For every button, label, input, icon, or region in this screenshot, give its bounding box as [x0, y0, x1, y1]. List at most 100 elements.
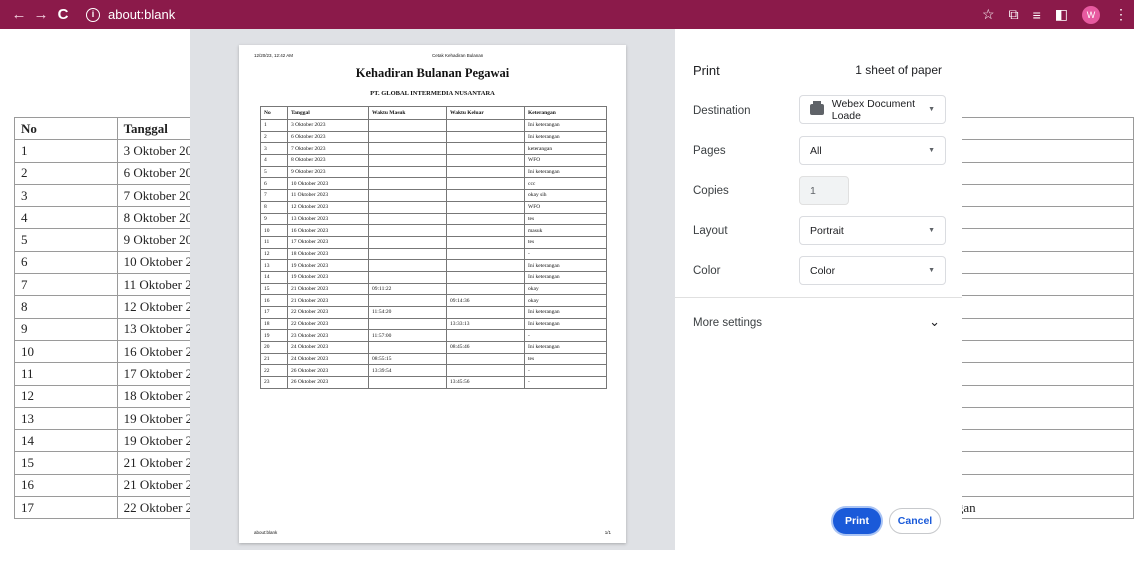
- preview-cell: Ini keterangan: [524, 130, 607, 144]
- preview-title: Kehadiran Bulanan Pegawai: [355, 66, 510, 80]
- preview-cell: [446, 130, 525, 144]
- extensions-icon[interactable]: ⧉: [1009, 6, 1019, 23]
- table-cell: 1: [14, 139, 118, 163]
- copies-input[interactable]: 1: [799, 176, 849, 205]
- preview-cell: 17: [260, 306, 288, 319]
- menu-icon[interactable]: ⋮: [1114, 6, 1128, 23]
- browser-toolbar: ← → C i about:blank ☆ ⧉ ≡ ◧ W ⋮: [0, 0, 1134, 29]
- preview-cell: [368, 235, 447, 249]
- color-select[interactable]: Color ▼: [799, 256, 946, 285]
- preview-cell: keterangan: [524, 142, 607, 156]
- preview-cell: 6 Oktober 2023: [287, 130, 369, 144]
- preview-cell: Ini keterangan: [524, 165, 607, 179]
- preview-row: 11 17 Oktober 2023 tes: [260, 235, 607, 249]
- preview-cell: 17 Oktober 2023: [287, 235, 369, 249]
- preview-cell: 19 Oktober 2023: [287, 259, 369, 272]
- preview-cell: [368, 270, 447, 284]
- preview-cell: 11: [260, 235, 288, 249]
- preview-row: 19 23 Oktober 2023 11:57:00 -: [260, 329, 607, 343]
- profile-avatar[interactable]: W: [1082, 5, 1100, 24]
- sheet-count: 1 sheet of paper: [855, 63, 942, 77]
- chevron-down-icon: ▼: [928, 227, 935, 234]
- preview-cell: [368, 294, 447, 307]
- back-icon[interactable]: ←: [8, 6, 30, 23]
- preview-row: 37 Oktober 2023 keterangan: [260, 142, 607, 156]
- preview-cell: 26 Oktober 2023: [287, 364, 369, 378]
- side-panel-icon[interactable]: ◧: [1055, 6, 1068, 23]
- preview-cell: 1: [260, 119, 288, 132]
- preview-row: 6 10 Oktober 2023 ccc: [260, 177, 607, 191]
- preview-cell: [368, 189, 447, 202]
- preview-row: 22 26 Oktober 2023 13:39:54 -: [260, 364, 607, 378]
- preview-cell: 8 Oktober 2023: [287, 154, 369, 167]
- pages-label: Pages: [693, 145, 726, 157]
- preview-table: No Tanggal Waktu Masuk Waktu Keluar Kete…: [260, 106, 607, 389]
- preview-cell: [446, 282, 525, 296]
- panel-divider: [675, 297, 962, 298]
- preview-cell: [368, 259, 447, 272]
- preview-cell: 09:14:36: [446, 294, 525, 307]
- print-settings-panel: Print 1 sheet of paper Destination Webex…: [675, 29, 962, 550]
- printer-icon: [810, 101, 824, 115]
- preview-cell: 8: [260, 200, 288, 214]
- preview-cell: 9: [260, 212, 288, 226]
- preview-cell: 11 Oktober 2023: [287, 189, 369, 202]
- destination-label: Destination: [693, 105, 751, 117]
- chevron-down-icon: ▼: [928, 106, 935, 113]
- preview-col-no: No: [260, 106, 288, 120]
- preview-cell: [446, 224, 525, 237]
- preview-cell: 08:45:46: [446, 341, 525, 354]
- more-settings-toggle[interactable]: More settings: [693, 317, 762, 329]
- preview-cell: [368, 341, 447, 354]
- preview-cell: tes: [524, 235, 607, 249]
- preview-cell: okay sih: [524, 189, 607, 202]
- table-cell: 17: [14, 496, 118, 520]
- preview-cell: 23: [260, 376, 288, 389]
- destination-select[interactable]: Webex Document Loade ▼: [799, 95, 946, 124]
- chevron-down-icon[interactable]: ⌄: [929, 314, 940, 330]
- table-cell: 15: [14, 451, 118, 475]
- preview-cell: 08:55:15: [368, 352, 447, 366]
- reading-list-icon[interactable]: ≡: [1033, 7, 1041, 23]
- preview-footer-url: about:blank: [254, 530, 278, 535]
- copies-value: 1: [810, 184, 816, 197]
- preview-cell: 4: [260, 154, 288, 167]
- preview-row: 21 24 Oktober 2023 08:55:15 tes: [260, 352, 607, 366]
- layout-select[interactable]: Portrait ▼: [799, 216, 946, 245]
- print-button[interactable]: Print: [833, 508, 881, 534]
- preview-cell: [446, 235, 525, 249]
- preview-cell: 23 Oktober 2023: [287, 329, 369, 343]
- preview-cell: [446, 247, 525, 261]
- info-icon[interactable]: i: [86, 7, 100, 22]
- preview-footer-page: 1/1: [604, 530, 611, 535]
- preview-cell: [446, 200, 525, 214]
- preview-cell: [446, 259, 525, 272]
- cancel-button[interactable]: Cancel: [889, 508, 941, 534]
- preview-cell: [368, 165, 447, 179]
- address-bar[interactable]: about:blank: [108, 7, 175, 22]
- table-cell: 12: [14, 384, 118, 408]
- preview-row: 14 19 Oktober 2023 Ini keterangan: [260, 270, 607, 284]
- layout-value: Portrait: [810, 224, 844, 237]
- pages-select[interactable]: All ▼: [799, 136, 946, 165]
- table-cell: 14: [14, 429, 118, 453]
- preview-cell: [368, 200, 447, 214]
- preview-row: 59 Oktober 2023 Ini keterangan: [260, 165, 607, 179]
- table-cell: 2: [14, 161, 118, 185]
- preview-cell: [368, 142, 447, 156]
- table-cell: 4: [14, 206, 118, 230]
- preview-cell: 26 Oktober 2023: [287, 376, 369, 389]
- preview-cell: 12: [260, 247, 288, 261]
- forward-icon[interactable]: →: [30, 6, 52, 23]
- copies-label: Copies: [693, 185, 729, 197]
- preview-row: 9 13 Oktober 2023 tes: [260, 212, 607, 226]
- bookmark-star-icon[interactable]: ☆: [982, 6, 995, 23]
- preview-cell: [446, 165, 525, 179]
- reload-icon[interactable]: C: [52, 6, 74, 23]
- preview-cell: [368, 119, 447, 132]
- preview-cell: 3: [260, 142, 288, 156]
- preview-cell: 14: [260, 270, 288, 284]
- preview-cell: [368, 154, 447, 167]
- preview-row: 18 22 Oktober 2023 13:33:13 Ini keterangan: [260, 317, 607, 331]
- preview-cell: 21 Oktober 2023: [287, 282, 369, 296]
